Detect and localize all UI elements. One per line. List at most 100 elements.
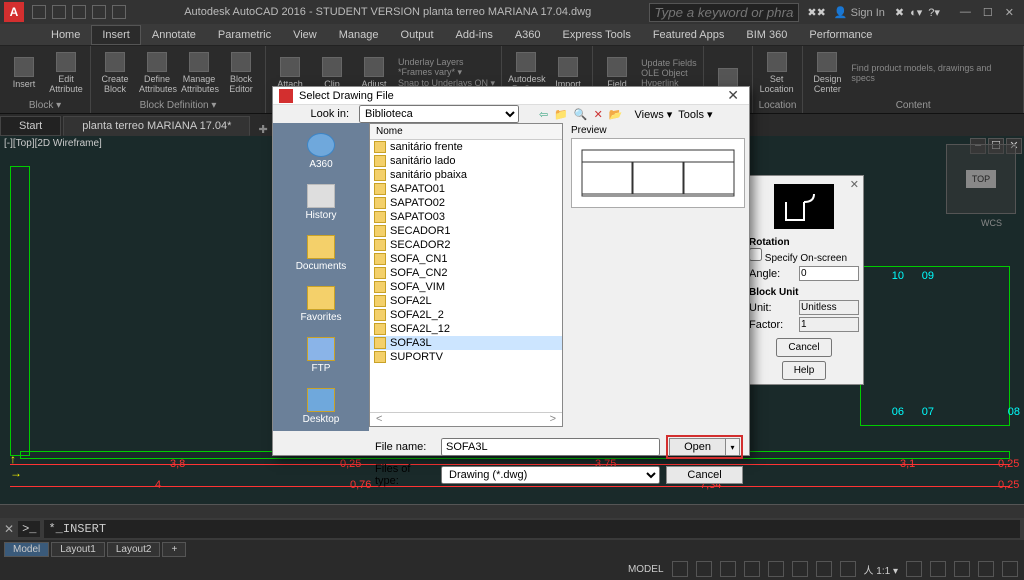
tab-home[interactable]: Home [40, 25, 91, 45]
file-item[interactable]: SOFA3L [370, 336, 562, 350]
grid-icon[interactable] [672, 561, 688, 577]
manage-attributes-button[interactable]: Manage Attributes [181, 52, 217, 94]
window-close-button[interactable]: ✕ [1005, 6, 1014, 19]
app-logo[interactable]: A [4, 2, 24, 22]
place-ftp[interactable]: FTP [281, 331, 361, 380]
otrack-icon[interactable] [792, 561, 808, 577]
up-icon[interactable]: 📁 [554, 108, 568, 121]
panel-cancel-button[interactable]: Cancel [776, 338, 831, 357]
place-desktop[interactable]: Desktop [281, 382, 361, 431]
views-dropdown[interactable]: Views ▾ [635, 108, 673, 121]
scroll-right-icon[interactable]: > [550, 413, 556, 426]
tab-addins[interactable]: Add-ins [445, 25, 504, 45]
tab-bim360[interactable]: BIM 360 [735, 25, 798, 45]
doctab-start[interactable]: Start [0, 116, 61, 136]
file-item[interactable]: SOFA2L [370, 294, 562, 308]
group-block[interactable]: Block ▾ [6, 98, 84, 111]
field-button[interactable]: Field [599, 57, 635, 89]
clean-screen-icon[interactable] [978, 561, 994, 577]
file-list-header[interactable]: Nome [370, 124, 562, 140]
qat-undo-icon[interactable] [92, 5, 106, 19]
tab-express[interactable]: Express Tools [552, 25, 642, 45]
design-center-button[interactable]: Design Center [809, 52, 845, 94]
search-web-icon[interactable]: 🔍 [574, 108, 588, 121]
cmdline-close-icon[interactable]: ✕ [4, 522, 14, 536]
file-item[interactable]: SOFA_CN1 [370, 252, 562, 266]
update-fields-button[interactable]: Update Fields [641, 58, 697, 68]
dialog-cancel-button[interactable]: Cancel [666, 466, 743, 484]
tab-featured[interactable]: Featured Apps [642, 25, 736, 45]
dialog-close-button[interactable]: ✕ [723, 87, 743, 104]
file-item[interactable]: sanitário frente [370, 140, 562, 154]
place-documents[interactable]: Documents [281, 229, 361, 278]
file-item[interactable]: sanitário lado [370, 154, 562, 168]
create-block-button[interactable]: Create Block [97, 52, 133, 94]
tab-annotate[interactable]: Annotate [141, 25, 207, 45]
filename-field[interactable] [441, 438, 660, 456]
group-block-definition[interactable]: Block Definition ▾ [97, 98, 259, 111]
file-item[interactable]: SECADOR2 [370, 238, 562, 252]
tab-a360[interactable]: A360 [504, 25, 552, 45]
specify-onscreen-checkbox[interactable] [749, 248, 762, 261]
isolate-icon[interactable] [954, 561, 970, 577]
open-dropdown-icon[interactable]: ▾ [726, 438, 740, 456]
tab-output[interactable]: Output [390, 25, 445, 45]
place-history[interactable]: History [281, 178, 361, 227]
help-search-input[interactable] [649, 3, 799, 22]
osnap-icon[interactable] [768, 561, 784, 577]
place-a360[interactable]: A360 [281, 127, 361, 176]
exchange-apps-icon[interactable]: ✖ [895, 6, 904, 19]
hardware-accel-icon[interactable] [930, 561, 946, 577]
window-minimize-button[interactable]: — [960, 6, 971, 19]
panel-close-icon[interactable]: ✕ [850, 178, 859, 191]
layout-add[interactable]: + [162, 542, 186, 557]
lineweight-icon[interactable] [816, 561, 832, 577]
window-maximize-button[interactable]: ☐ [983, 6, 993, 19]
help-icon[interactable]: ?▾ [928, 6, 940, 19]
ole-object-button[interactable]: OLE Object [641, 68, 697, 78]
block-editor-button[interactable]: Block Editor [223, 52, 259, 94]
layout-1[interactable]: Layout1 [51, 542, 105, 557]
doctab-file[interactable]: planta terreo MARIANA 17.04* [63, 116, 250, 136]
frames-dropdown[interactable]: *Frames vary* ▾ [398, 67, 495, 78]
signin-link[interactable]: 👤 Sign In [834, 6, 885, 19]
import-button[interactable]: Import [550, 57, 586, 89]
tools-dropdown[interactable]: Tools ▾ [678, 108, 712, 121]
command-input[interactable] [44, 520, 1020, 538]
angle-field[interactable] [799, 266, 859, 281]
tab-manage[interactable]: Manage [328, 25, 390, 45]
customize-icon[interactable] [1002, 561, 1018, 577]
qat-new-icon[interactable] [32, 5, 46, 19]
delete-icon[interactable]: ✕ [594, 108, 603, 121]
file-item[interactable]: SAPATO03 [370, 210, 562, 224]
layout-model[interactable]: Model [4, 542, 49, 557]
cmdline-prompt-icon[interactable]: >_ [18, 521, 40, 537]
file-item[interactable]: SECADOR1 [370, 224, 562, 238]
viewcube[interactable]: TOP [946, 144, 1016, 214]
workspace-icon[interactable] [906, 561, 922, 577]
exchange-icon[interactable]: ✖✖ [807, 6, 825, 19]
panel-help-button[interactable]: Help [782, 361, 827, 380]
horizontal-scrollbar[interactable] [0, 504, 1024, 518]
file-item[interactable]: SUPORTV [370, 350, 562, 364]
edit-attribute-button[interactable]: Edit Attribute [48, 52, 84, 94]
file-item[interactable]: SOFA_VIM [370, 280, 562, 294]
scroll-left-icon[interactable]: < [376, 413, 382, 426]
tab-performance[interactable]: Performance [798, 25, 883, 45]
clip-button[interactable]: Clip [314, 57, 350, 89]
file-item[interactable]: SOFA2L_2 [370, 308, 562, 322]
qat-redo-icon[interactable] [112, 5, 126, 19]
file-item[interactable]: SAPATO01 [370, 182, 562, 196]
viewcube-top[interactable]: TOP [966, 170, 996, 188]
tab-parametric[interactable]: Parametric [207, 25, 282, 45]
back-icon[interactable]: ⇦ [539, 108, 548, 121]
file-list[interactable]: Nome sanitário frentesanitário ladosanit… [369, 123, 563, 427]
file-item[interactable]: sanitário pbaixa [370, 168, 562, 182]
doctab-add-icon[interactable]: ✚ [258, 123, 267, 136]
polar-icon[interactable] [744, 561, 760, 577]
open-button[interactable]: Open [669, 438, 726, 456]
set-location-button[interactable]: Set Location [759, 52, 795, 94]
new-folder-icon[interactable]: 📂 [609, 108, 623, 121]
adjust-button[interactable]: Adjust [356, 57, 392, 89]
filetype-dropdown[interactable]: Drawing (*.dwg) [441, 466, 660, 484]
